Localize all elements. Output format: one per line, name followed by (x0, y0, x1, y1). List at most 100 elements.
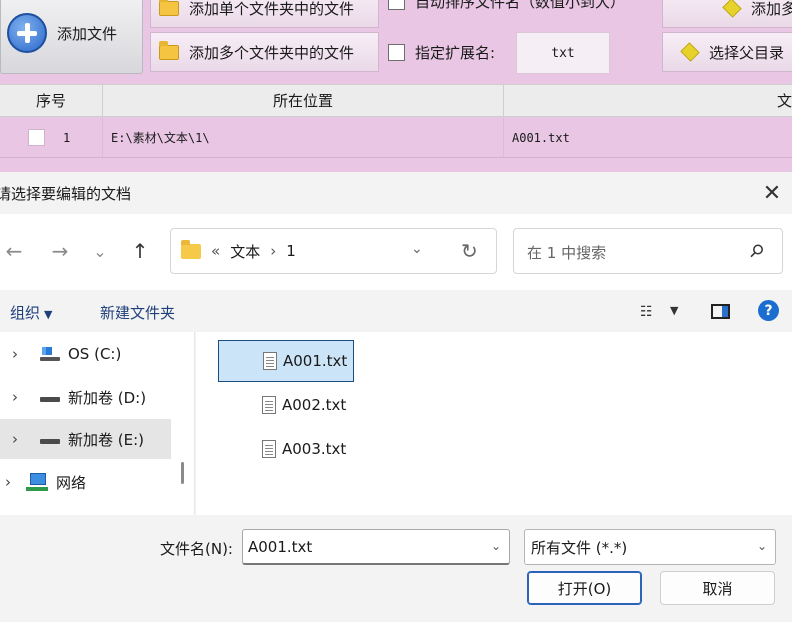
recent-locations-icon[interactable]: ⌄ (84, 236, 116, 266)
navigation-bar: ← → ⌄ ↑ « 文本 › 1 ⌄ ↻ 在 1 中搜索 (0, 214, 792, 290)
add-single-folder-label: 添加单个文件夹中的文件 (189, 0, 355, 18)
row-checkbox[interactable] (28, 129, 45, 146)
folder-icon (159, 0, 179, 16)
nav-item-os-c[interactable]: › OS (C:) (0, 334, 171, 374)
overflow-chevron-icon[interactable]: « (211, 242, 220, 260)
row-location: E:\素材\文本\1\ (103, 118, 504, 157)
nav-item-drive-e[interactable]: › 新加卷 (E:) (0, 419, 171, 459)
drive-icon (40, 438, 60, 444)
list-item[interactable]: A001.txt (218, 340, 354, 382)
back-arrow-icon[interactable]: ← (0, 236, 30, 266)
dropdown-arrow-icon: ▼ (44, 308, 53, 321)
list-item[interactable]: A002.txt (218, 384, 354, 426)
chevron-right-icon[interactable]: › (0, 345, 30, 363)
header-location[interactable]: 所在位置 (103, 85, 504, 116)
preview-pane-icon[interactable] (711, 304, 730, 319)
chevron-down-icon[interactable]: ⌄ (491, 539, 501, 553)
nav-item-drive-d[interactable]: › 新加卷 (D:) (0, 377, 171, 417)
os-drive-icon (40, 347, 60, 361)
add-right-label: 添加多 (751, 0, 792, 18)
row-index-cell: 1 (0, 118, 103, 157)
auto-sort-label: 自动排序文件名（数值小到大） (415, 0, 626, 11)
dialog-title: 请选择要编辑的文档 (0, 184, 132, 203)
search-input[interactable]: 在 1 中搜索 (513, 228, 783, 274)
add-file-button[interactable]: 添加文件 (0, 0, 143, 74)
close-icon[interactable]: ✕ (752, 172, 792, 214)
add-multi-folder-label: 添加多个文件夹中的文件 (189, 43, 355, 62)
command-bar: 组织 ▼ 新建文件夹 ☷ ▼ ? (0, 290, 792, 332)
add-file-label: 添加文件 (57, 24, 118, 43)
checkbox-box[interactable] (388, 0, 405, 10)
new-folder-button[interactable]: 新建文件夹 (100, 302, 175, 323)
list-item[interactable]: A003.txt (218, 428, 354, 470)
nav-item-label: 新加卷 (D:) (68, 388, 147, 407)
nav-item-label: OS (C:) (68, 345, 122, 363)
help-icon[interactable]: ? (758, 300, 779, 321)
filename-input[interactable]: A001.txt ⌄ (242, 529, 510, 565)
plus-icon (7, 13, 47, 53)
breadcrumb-separator-icon: › (270, 242, 277, 260)
search-placeholder: 在 1 中搜索 (527, 244, 607, 262)
extension-input[interactable]: txt (516, 32, 610, 74)
network-icon (26, 473, 48, 491)
folder-icon (181, 239, 201, 259)
file-list: A001.txt A002.txt A003.txt (196, 332, 792, 515)
search-icon (750, 244, 763, 258)
navigation-pane: › OS (C:) › 新加卷 (D:) › 新加卷 (E:) › 网络 (0, 332, 195, 515)
grid-header: 序号 所在位置 文 (0, 84, 792, 117)
chevron-right-icon[interactable]: › (0, 430, 30, 448)
row-index: 1 (63, 130, 71, 145)
add-single-folder-button[interactable]: 添加单个文件夹中的文件 (150, 0, 379, 28)
row-filename: A001.txt (512, 130, 570, 145)
file-type-value: 所有文件 (*.*) (531, 538, 628, 557)
open-button[interactable]: 打开(O) (527, 571, 642, 605)
chevron-right-icon[interactable]: › (0, 473, 16, 491)
address-bar[interactable]: « 文本 › 1 ⌄ ↻ (170, 228, 497, 274)
forward-arrow-icon[interactable]: → (44, 236, 76, 266)
chevron-down-icon[interactable]: ⌄ (757, 539, 767, 553)
dialog-footer: 文件名(N): A001.txt ⌄ 所有文件 (*.*) ⌄ 打开(O) 取消 (0, 515, 792, 622)
header-filename[interactable]: 文 (504, 85, 792, 116)
table-row[interactable]: 1 E:\素材\文本\1\ A001.txt (0, 118, 792, 158)
chevron-down-icon[interactable]: ⌄ (411, 241, 423, 257)
cancel-button[interactable]: 取消 (660, 571, 775, 605)
drive-icon (40, 396, 60, 402)
breadcrumb-segment[interactable]: 文本 (230, 241, 260, 262)
gem-icon (722, 0, 742, 18)
up-arrow-icon[interactable]: ↑ (124, 236, 156, 266)
choose-parent-button[interactable]: 选择父目录 (662, 32, 792, 72)
gem-icon (680, 42, 700, 62)
scrollbar-thumb[interactable] (181, 462, 184, 484)
file-name: A003.txt (282, 440, 347, 458)
file-name: A002.txt (282, 396, 347, 414)
header-index[interactable]: 序号 (0, 85, 103, 116)
breadcrumb-segment[interactable]: 1 (286, 242, 296, 260)
auto-sort-checkbox[interactable]: 自动排序文件名（数值小到大） (388, 0, 625, 12)
add-multi-folder-button[interactable]: 添加多个文件夹中的文件 (150, 32, 379, 72)
checkbox-box[interactable] (388, 44, 405, 61)
nav-item-label: 网络 (56, 473, 87, 492)
view-options-icon[interactable]: ☷ (640, 304, 653, 320)
organize-label: 组织 (10, 304, 41, 322)
nav-item-label: 新加卷 (E:) (68, 430, 145, 449)
file-name: A001.txt (283, 352, 348, 370)
add-right-button[interactable]: 添加多 (662, 0, 792, 28)
text-file-icon (262, 396, 276, 414)
specify-ext-checkbox[interactable]: 指定扩展名: (388, 42, 495, 63)
text-file-icon (262, 440, 276, 458)
text-file-icon (263, 352, 277, 370)
organize-button[interactable]: 组织 ▼ (10, 302, 52, 323)
choose-parent-label: 选择父目录 (709, 43, 785, 62)
nav-item-network[interactable]: › 网络 (0, 462, 160, 502)
folder-icon (159, 40, 179, 60)
chevron-right-icon[interactable]: › (0, 388, 30, 406)
open-file-dialog: 请选择要编辑的文档 ✕ ← → ⌄ ↑ « 文本 › 1 ⌄ ↻ 在 1 中搜索… (0, 172, 792, 622)
filename-value: A001.txt (248, 537, 313, 556)
background-app: 添加文件 添加单个文件夹中的文件 添加多个文件夹中的文件 自动排序文件名（数值小… (0, 0, 792, 172)
specify-ext-label: 指定扩展名: (415, 44, 496, 62)
file-type-select[interactable]: 所有文件 (*.*) ⌄ (524, 529, 776, 565)
view-dropdown-icon[interactable]: ▼ (670, 304, 678, 317)
refresh-icon[interactable]: ↻ (461, 239, 478, 263)
dialog-title-bar: 请选择要编辑的文档 ✕ (0, 172, 792, 214)
filename-label: 文件名(N): (160, 540, 233, 558)
